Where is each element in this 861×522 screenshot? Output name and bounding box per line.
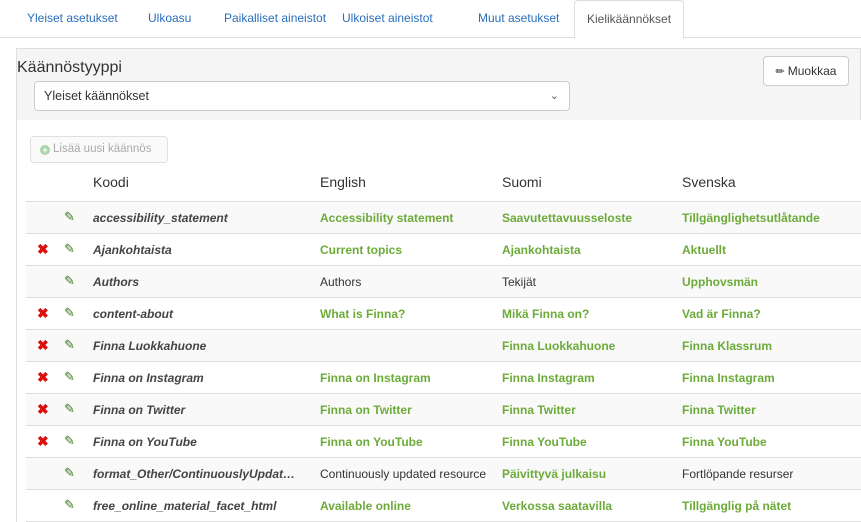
chevron-down-icon: ⌄ <box>549 90 559 102</box>
translation-english: Finna on YouTube <box>320 435 423 449</box>
translation-swedish: Finna YouTube <box>682 435 767 449</box>
translation-code: Finna on YouTube <box>93 435 197 449</box>
pencil-icon[interactable]: ✎ <box>64 337 75 353</box>
column-header-code: Koodi <box>93 174 129 190</box>
translation-finnish: Finna Luokkahuone <box>502 339 616 353</box>
translation-code: Finna Luokkahuone <box>93 339 207 353</box>
translation-code: content-about <box>93 307 173 321</box>
delete-icon[interactable]: ✖ <box>37 401 49 418</box>
table-row: ✖ ✎ Finna on YouTube Finna on YouTube Finna … <box>26 426 861 458</box>
translation-finnish: Finna Twitter <box>502 403 576 417</box>
tab-local-materials[interactable]: Paikalliset aineistot <box>224 0 326 38</box>
pencil-icon[interactable]: ✎ <box>64 273 75 289</box>
translation-code: format_Other/ContinuouslyUpdate... <box>93 467 298 481</box>
translation-swedish: Tillgänglig på nätet <box>682 499 792 513</box>
tab-bar: Yleiset asetukset Ulkoasu Paikalliset ai… <box>0 0 861 39</box>
table-row: ✎ free_online_material_facet_html Availabl… <box>26 490 861 522</box>
table-row: ✎ accessibility_statement Accessibility st… <box>26 202 861 234</box>
pencil-icon[interactable]: ✎ <box>64 497 75 513</box>
translation-code: Finna on Twitter <box>93 403 186 417</box>
translation-swedish: Upphovsmän <box>682 275 759 289</box>
translation-type-select[interactable]: Yleiset käännökset ⌄ <box>34 81 570 111</box>
translation-swedish: Tillgänglighetsutlåtande <box>682 211 820 225</box>
translation-english: Available online <box>320 499 411 513</box>
column-header-finnish: Suomi <box>502 174 542 190</box>
table-row: ✎ format_Other/ContinuouslyUpdate... Conti… <box>26 458 861 490</box>
translation-finnish: Tekijät <box>502 275 537 289</box>
translation-code: Ajankohtaista <box>93 243 172 257</box>
pencil-icon[interactable]: ✎ <box>64 369 75 385</box>
add-translation-button[interactable]: + Lisää uusi käännös <box>30 136 168 163</box>
translation-type-value: Yleiset käännökset <box>44 89 149 103</box>
pencil-icon[interactable]: ✎ <box>64 401 75 417</box>
delete-icon[interactable]: ✖ <box>37 305 49 322</box>
translation-code: Finna on Instagram <box>93 371 204 385</box>
translation-swedish: Vad är Finna? <box>682 307 761 321</box>
plus-circle-icon: + <box>40 145 50 155</box>
column-header-english: English <box>320 174 366 190</box>
translation-swedish: Aktuellt <box>682 243 727 257</box>
translation-english: Accessibility statement <box>320 211 454 225</box>
panel-title: Käännöstyyppi <box>17 59 122 76</box>
translation-swedish: Fortlöpande resurser <box>682 467 794 481</box>
translation-code: free_online_material_facet_html <box>93 499 277 513</box>
pencil-icon[interactable]: ✎ <box>64 305 75 321</box>
add-translation-label: Lisää uusi käännös <box>53 143 152 155</box>
translation-english: Finna on Twitter <box>320 403 412 417</box>
translation-swedish: Finna Twitter <box>682 403 756 417</box>
translation-code: Authors <box>93 275 139 289</box>
pencil-icon[interactable]: ✎ <box>64 465 75 481</box>
pencil-icon: ✏ <box>775 66 785 78</box>
translation-finnish: Saavutettavuusseloste <box>502 211 633 225</box>
translation-english: Authors <box>320 275 362 289</box>
tab-appearance[interactable]: Ulkoasu <box>148 0 191 38</box>
table-row: ✎ Authors Authors Tekijät Upphovsmän <box>26 266 861 298</box>
translation-swedish: Finna Klassrum <box>682 339 773 353</box>
column-header-swedish: Svenska <box>682 174 736 190</box>
delete-icon[interactable]: ✖ <box>37 241 49 258</box>
table-row: ✖ ✎ Finna Luokkahuone Finna Luokkahuone Finn… <box>26 330 861 362</box>
table-row: ✖ ✎ content-about What is Finna? Mikä Finna … <box>26 298 861 330</box>
table-row: ✖ ✎ Finna on Instagram Finna on Instagram Fi… <box>26 362 861 394</box>
delete-icon[interactable]: ✖ <box>37 433 49 450</box>
translation-swedish: Finna Instagram <box>682 371 775 385</box>
tab-language-translations[interactable]: Kielikäännökset <box>574 0 685 39</box>
pencil-icon[interactable]: ✎ <box>64 209 75 225</box>
pencil-icon[interactable]: ✎ <box>64 433 75 449</box>
edit-button[interactable]: ✏ Muokkaa <box>763 56 849 86</box>
translation-finnish: Mikä Finna on? <box>502 307 590 321</box>
pencil-icon[interactable]: ✎ <box>64 241 75 257</box>
tab-external-materials[interactable]: Ulkoiset aineistot <box>342 0 433 38</box>
tab-general-settings[interactable]: Yleiset asetukset <box>27 0 118 38</box>
tab-other-settings[interactable]: Muut asetukset <box>478 0 559 38</box>
edit-button-label: Muokkaa <box>787 64 837 78</box>
translation-english: Current topics <box>320 243 403 257</box>
table-row: ✖ ✎ Ajankohtaista Current topics Ajankohtais… <box>26 234 861 266</box>
table-row: ✖ ✎ Finna on Twitter Finna on Twitter Finna … <box>26 394 861 426</box>
translation-finnish: Ajankohtaista <box>502 243 581 257</box>
translation-finnish: Verkossa saatavilla <box>502 499 613 513</box>
translation-english: Finna on Instagram <box>320 371 431 385</box>
delete-icon[interactable]: ✖ <box>37 369 49 386</box>
translation-english: Continuously updated resource <box>320 467 487 481</box>
translation-finnish: Finna YouTube <box>502 435 587 449</box>
translation-finnish: Finna Instagram <box>502 371 595 385</box>
translation-english: What is Finna? <box>320 307 406 321</box>
translation-finnish: Päivittyvä julkaisu <box>502 467 607 481</box>
delete-icon[interactable]: ✖ <box>37 337 49 354</box>
translation-code: accessibility_statement <box>93 211 228 225</box>
